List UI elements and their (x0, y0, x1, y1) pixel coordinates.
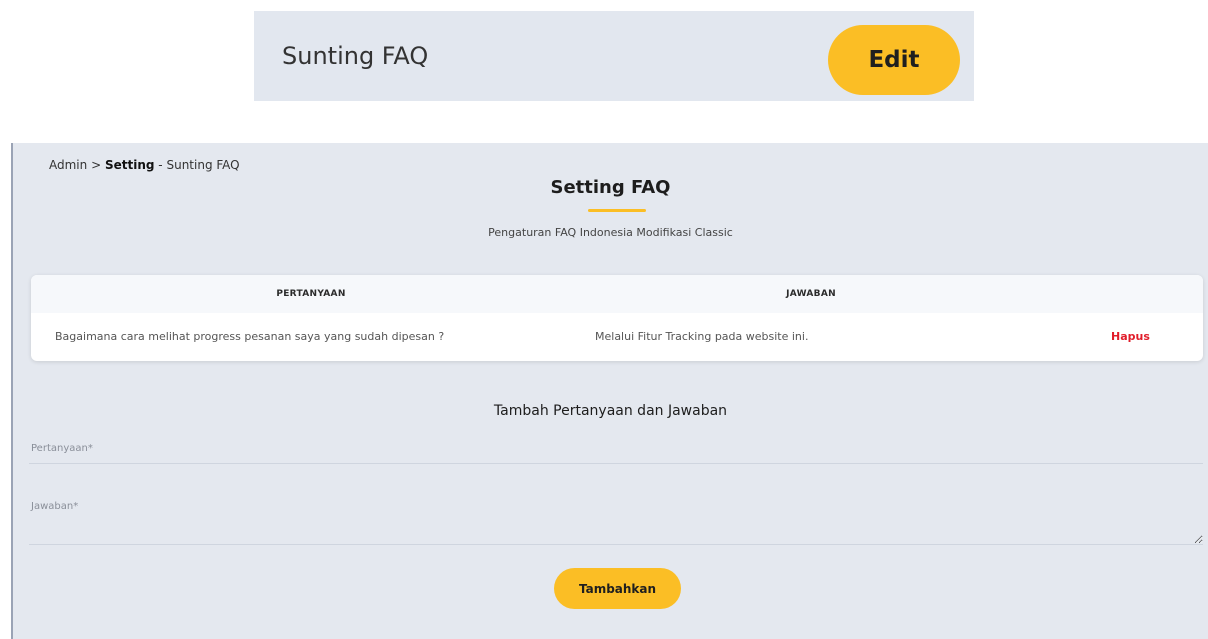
setting-faq-panel: Admin > Setting - Sunting FAQ Setting FA… (11, 143, 1208, 639)
breadcrumb-setting[interactable]: Setting (105, 158, 155, 172)
edit-faq-card-title: Sunting FAQ (282, 42, 429, 70)
faq-answer-cell: Melalui Fitur Tracking pada website ini. (595, 330, 809, 343)
breadcrumb-admin[interactable]: Admin (49, 158, 87, 172)
breadcrumb-separator: > (91, 158, 102, 172)
breadcrumb-current: Sunting FAQ (166, 158, 240, 172)
breadcrumb: Admin > Setting - Sunting FAQ (49, 158, 240, 172)
delete-faq-link[interactable]: Hapus (1111, 313, 1150, 361)
page-title: Setting FAQ (550, 177, 671, 198)
edit-button[interactable]: Edit (828, 25, 960, 95)
faq-table: PERTANYAAN JAWABAN Bagaimana cara meliha… (31, 275, 1203, 361)
column-header-answer: JAWABAN (786, 289, 836, 299)
question-input[interactable] (29, 434, 1203, 464)
answer-textarea[interactable] (29, 495, 1203, 545)
title-underline (588, 209, 646, 212)
faq-question-cell: Bagaimana cara melihat progress pesanan … (55, 330, 445, 343)
faq-table-header: PERTANYAAN JAWABAN (31, 275, 1203, 313)
column-header-question: PERTANYAAN (276, 289, 346, 299)
table-row: Bagaimana cara melihat progress pesanan … (31, 313, 1203, 361)
add-faq-form-title: Tambah Pertanyaan dan Jawaban (493, 403, 728, 419)
breadcrumb-dash: - (158, 158, 163, 172)
edit-faq-card: Sunting FAQ Edit (254, 11, 974, 101)
page-subtitle: Pengaturan FAQ Indonesia Modifikasi Clas… (488, 226, 733, 239)
add-faq-button[interactable]: Tambahkan (554, 568, 681, 609)
